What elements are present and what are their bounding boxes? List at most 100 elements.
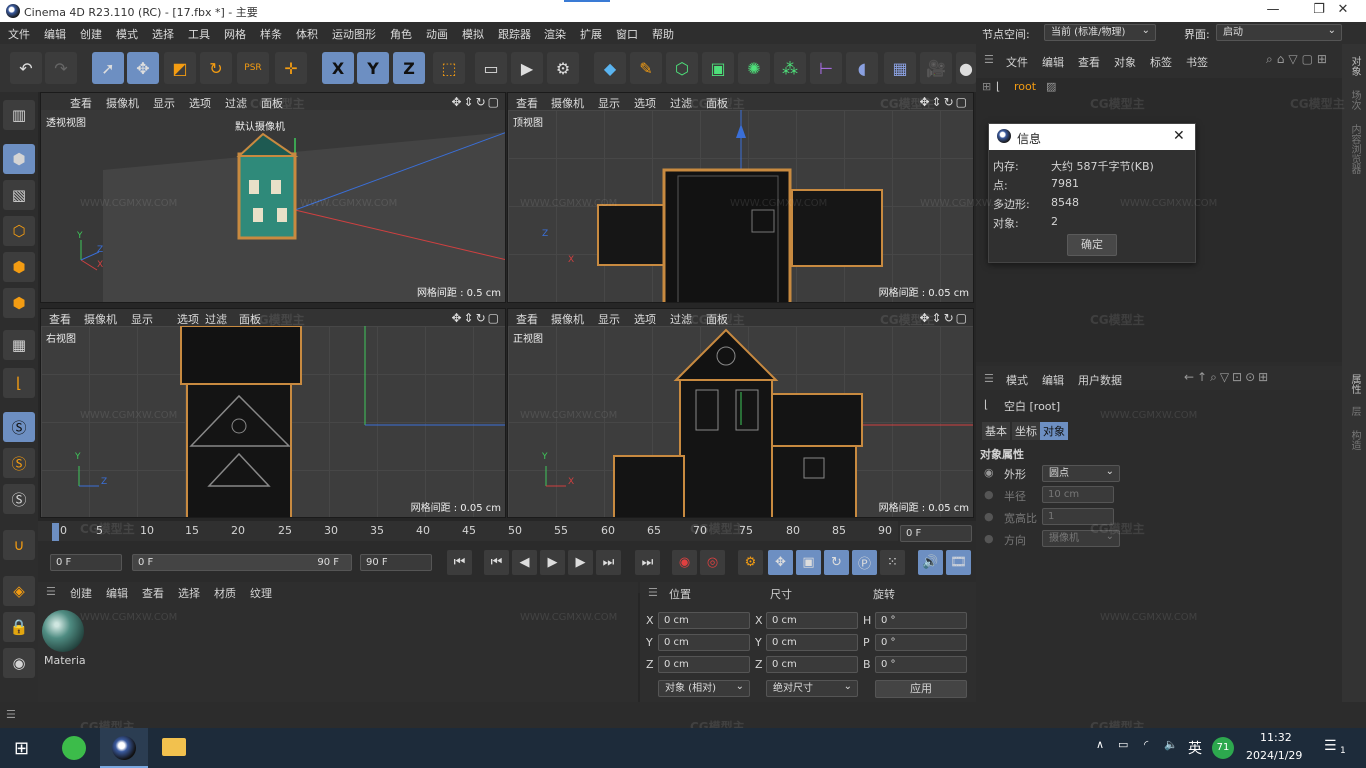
vp-menu-camera[interactable]: 摄像机 <box>106 95 139 111</box>
vp-menu-display[interactable]: 显示 <box>131 311 153 327</box>
apply-button[interactable]: 应用 <box>875 680 967 698</box>
axis-mode-icon[interactable]: ⌊ <box>3 368 35 398</box>
vp-menu-view[interactable]: 查看 <box>49 311 71 327</box>
vp-menu-camera[interactable]: 摄像机 <box>551 311 584 327</box>
material-thumbnail[interactable] <box>42 610 84 652</box>
vp-menu-view[interactable]: 查看 <box>516 95 538 111</box>
vp-menu-options[interactable]: 选项 <box>189 95 211 111</box>
dialog-close-icon[interactable]: ✕ <box>1173 128 1185 144</box>
viewport-top[interactable]: 查看 摄像机 显示 选项 过滤 面板 ✥⇕↻▢ Z X 顶视图 网格间距 : 0… <box>507 92 974 303</box>
ok-button[interactable]: 确定 <box>1067 234 1117 256</box>
ime-indicator[interactable]: 英 <box>1188 738 1202 758</box>
aspect-field[interactable]: 1 <box>1042 508 1114 525</box>
range-slider[interactable]: 0 F 90 F <box>132 554 352 571</box>
vp-menu-filter[interactable]: 过滤 <box>670 95 692 111</box>
side-tab-layers[interactable]: 层 <box>1347 406 1362 416</box>
vp-menu-filter[interactable]: 过滤 <box>225 95 247 111</box>
menu-render[interactable]: 渲染 <box>544 26 566 42</box>
attr-menu-edit[interactable]: 编辑 <box>1042 372 1064 388</box>
viewport-front[interactable]: 查看 摄像机 显示 选项 过滤 面板 ✥⇕↻▢ Y X 正视图 网格间距 : 0… <box>507 308 974 518</box>
om-toolbar-icons[interactable]: ⌕⌂▽▢⊞ <box>1266 52 1331 67</box>
coordinate-system-icon[interactable]: ⬚ <box>433 52 465 84</box>
om-menu-objects[interactable]: 对象 <box>1114 54 1136 70</box>
key-scale-icon[interactable]: ▣ <box>796 550 821 575</box>
y-axis-icon[interactable]: Y <box>357 52 389 84</box>
uv-mode-icon[interactable]: ▦ <box>3 330 35 360</box>
prev-key-icon[interactable]: ⏮ <box>484 550 509 575</box>
menu-mograph[interactable]: 运动图形 <box>332 26 376 42</box>
film-icon[interactable]: 🎞 <box>946 550 971 575</box>
panel-menu-icon[interactable]: ☰ <box>648 586 658 599</box>
side-tab-attributes[interactable]: 属性 <box>1347 374 1362 394</box>
go-to-start-icon[interactable]: ⏮ <box>447 550 472 575</box>
vp-menu-view[interactable]: 查看 <box>516 311 538 327</box>
close-button[interactable]: ✕ <box>1320 2 1366 17</box>
solo-off-icon[interactable]: Ⓢ <box>3 484 35 514</box>
menu-simulate[interactable]: 模拟 <box>462 26 484 42</box>
size-x-field[interactable]: 0 cm <box>766 612 858 629</box>
model-mode-icon[interactable]: ⬢ <box>3 144 35 174</box>
layout-select[interactable]: 启动 <box>1216 23 1342 41</box>
playhead[interactable] <box>52 523 59 541</box>
floor-icon[interactable]: ▦ <box>884 52 916 84</box>
side-tab-structure[interactable]: 构造 <box>1347 430 1362 450</box>
node-space-select[interactable]: 当前 (标准/物理) <box>1044 23 1156 41</box>
auto-key-icon[interactable]: ◎ <box>700 550 725 575</box>
browser-icon[interactable] <box>62 736 86 760</box>
cinema4d-taskbar-button[interactable] <box>100 728 148 768</box>
vp-menu-options[interactable]: 选项 <box>177 311 199 327</box>
position-x-field[interactable]: 0 cm <box>658 612 750 629</box>
play-icon[interactable]: ▶ <box>540 550 565 575</box>
attr-tab-coord[interactable]: 坐标 <box>1012 422 1040 440</box>
menu-character[interactable]: 角色 <box>390 26 412 42</box>
cloner-icon[interactable]: ⁂ <box>774 52 806 84</box>
viewport-nav-icons[interactable]: ✥⇕↻▢ <box>451 311 501 325</box>
extrude-icon[interactable]: ⬡ <box>666 52 698 84</box>
tray-chevron-icon[interactable]: ∧ <box>1096 738 1104 751</box>
select-icon[interactable]: ➚ <box>92 52 124 84</box>
display-select[interactable]: 圆点 <box>1042 464 1120 482</box>
side-tab-objects[interactable]: 对象 <box>1347 56 1362 76</box>
vp-menu-camera[interactable]: 摄像机 <box>84 311 117 327</box>
vp-menu-camera[interactable]: 摄像机 <box>551 95 584 111</box>
radio-icon[interactable]: ● <box>984 532 994 545</box>
boolean-icon[interactable]: ⊢ <box>810 52 842 84</box>
vp-menu-display[interactable]: 显示 <box>598 311 620 327</box>
attr-menu-mode[interactable]: 模式 <box>1006 372 1028 388</box>
attr-tab-object[interactable]: 对象 <box>1040 422 1068 440</box>
menu-help[interactable]: 帮助 <box>652 26 674 42</box>
viewport-nav-icons[interactable]: ✥⇕↻▢ <box>919 311 969 325</box>
viewport-right[interactable]: 查看 摄像机 显示 选项 过滤 面板 ✥⇕↻▢ Y Z 右视图 网格间距 : 0… <box>40 308 506 518</box>
psr-icon[interactable]: PSR <box>237 52 269 84</box>
om-menu-edit[interactable]: 编辑 <box>1042 54 1064 70</box>
edges-mode-icon[interactable]: ⬢ <box>3 252 35 282</box>
key-rotation-icon[interactable]: ↻ <box>824 550 849 575</box>
notification-icon[interactable]: ☰ <box>1324 738 1337 754</box>
panel-menu-icon[interactable]: ☰ <box>6 708 16 721</box>
expand-icon[interactable]: ⊞ <box>982 80 991 93</box>
wifi-icon[interactable]: ◜ <box>1144 738 1148 751</box>
cube-icon[interactable]: ◆ <box>594 52 626 84</box>
menu-mode[interactable]: 模式 <box>116 26 138 42</box>
coord-mode-select[interactable]: 对象 (相对) <box>658 679 750 697</box>
mat-menu-create[interactable]: 创建 <box>70 585 92 601</box>
go-to-end-icon[interactable]: ⏭ <box>635 550 660 575</box>
om-menu-bookmarks[interactable]: 书签 <box>1186 54 1208 70</box>
render-settings-icon[interactable]: ⚙ <box>547 52 579 84</box>
size-y-field[interactable]: 0 cm <box>766 634 858 651</box>
key-param-icon[interactable]: Ⓟ <box>852 550 877 575</box>
start-frame-field[interactable]: 0 F <box>50 554 122 571</box>
vp-menu-panel[interactable]: 面板 <box>706 95 728 111</box>
attr-menu-userdata[interactable]: 用户数据 <box>1078 372 1122 388</box>
move-icon[interactable]: ✥ <box>127 52 159 84</box>
menu-volume[interactable]: 体积 <box>296 26 318 42</box>
undo-icon[interactable]: ↶ <box>10 52 42 84</box>
axis-icon[interactable]: ✛ <box>275 52 307 84</box>
vp-menu-options[interactable]: 选项 <box>634 95 656 111</box>
menu-file[interactable]: 文件 <box>8 26 30 42</box>
orientation-select[interactable]: 摄像机 <box>1042 529 1120 547</box>
light-icon[interactable]: ● <box>956 52 976 84</box>
scale-icon[interactable]: ◩ <box>164 52 196 84</box>
menu-window[interactable]: 窗口 <box>616 26 638 42</box>
clock-date[interactable]: 2024/1/29 <box>1246 749 1302 762</box>
